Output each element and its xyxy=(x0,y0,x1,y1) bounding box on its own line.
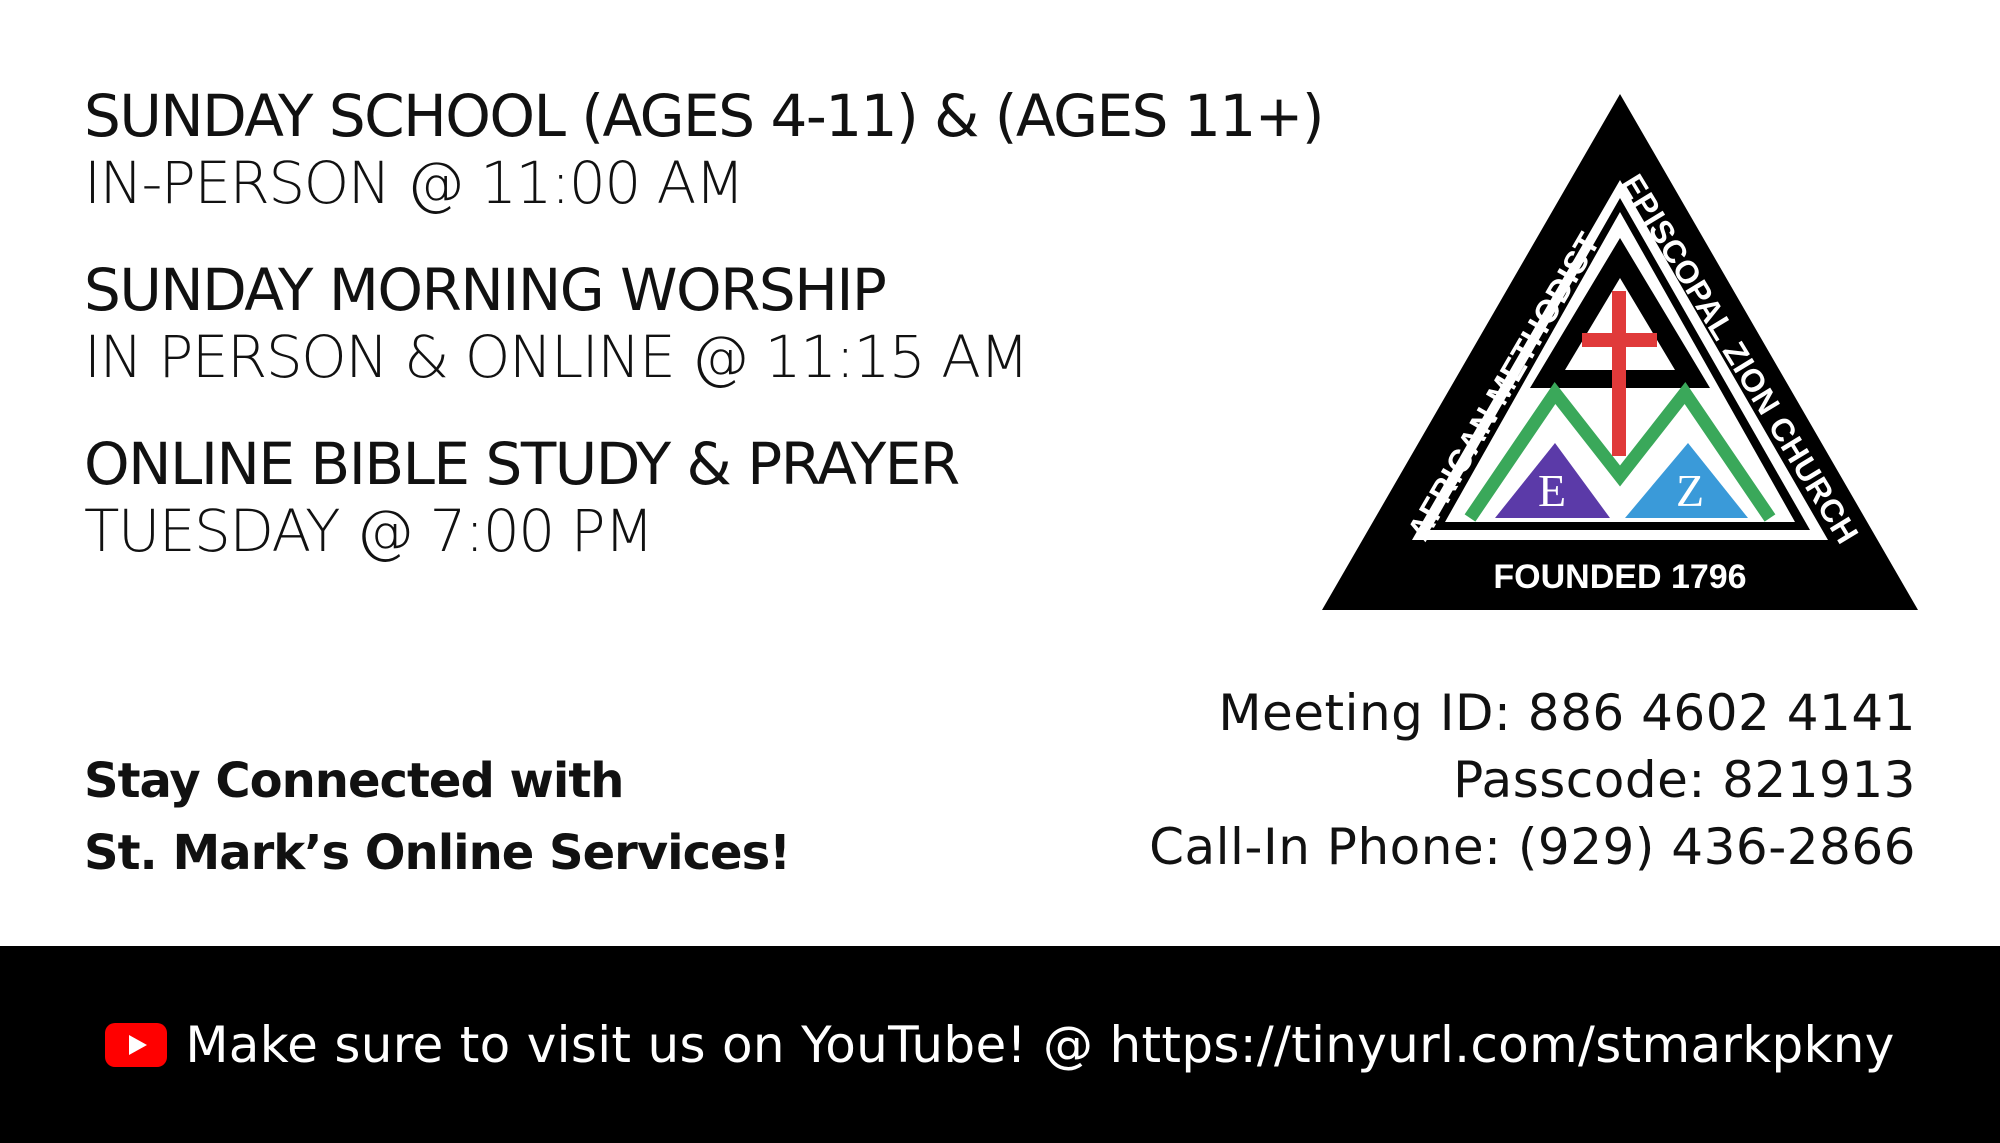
stay-connected-line-1: Stay Connected with xyxy=(84,753,624,809)
schedule-item-sunday-school: SUNDAY SCHOOL (AGES 4-11) & (AGES 11+) I… xyxy=(84,82,1414,216)
meeting-id: Meeting ID: 886 4602 4141 xyxy=(1218,684,1916,742)
logo-cross-vertical xyxy=(1612,291,1626,456)
logo-founded-text: FOUNDED 1796 xyxy=(1493,558,1746,596)
schedule-item-bible-study: ONLINE BIBLE STUDY & PRAYER TUESDAY @ 7:… xyxy=(84,430,1414,564)
meeting-passcode: Passcode: 821913 xyxy=(1453,751,1916,809)
schedule-detail: TUESDAY @ 7:00 PM xyxy=(84,497,654,565)
meeting-phone: Call-In Phone: (929) 436-2866 xyxy=(1149,818,1916,876)
logo-letter-z: Z xyxy=(1676,465,1704,516)
logo-cross-horizontal xyxy=(1582,333,1657,347)
schedule-title: ONLINE BIBLE STUDY & PRAYER xyxy=(84,430,960,498)
schedule-item-worship: SUNDAY MORNING WORSHIP IN PERSON & ONLIN… xyxy=(84,256,1414,390)
schedule-detail: IN PERSON & ONLINE @ 11:15 AM xyxy=(84,323,1029,391)
schedule-title: SUNDAY MORNING WORSHIP xyxy=(84,256,887,324)
youtube-footer-banner: Make sure to visit us on YouTube! @ http… xyxy=(0,946,2000,1143)
meeting-info: Meeting ID: 886 4602 4141 Passcode: 8219… xyxy=(1149,680,1916,881)
schedule-detail: IN-PERSON @ 11:00 AM xyxy=(84,149,745,217)
schedule-title: SUNDAY SCHOOL (AGES 4-11) & (AGES 11+) xyxy=(84,82,1324,150)
ame-zion-logo: A M E Z AFRICAN METHODIST EPISCOPAL ZION… xyxy=(1322,94,1918,610)
youtube-link-text[interactable]: Make sure to visit us on YouTube! @ http… xyxy=(185,1016,1894,1074)
logo-letter-e: E xyxy=(1538,465,1566,516)
schedule-list: SUNDAY SCHOOL (AGES 4-11) & (AGES 11+) I… xyxy=(84,82,1414,604)
stay-connected-line-2: St. Mark’s Online Services! xyxy=(84,825,791,881)
stay-connected-message: Stay Connected with St. Mark’s Online Se… xyxy=(84,745,791,889)
youtube-icon[interactable] xyxy=(105,1022,168,1067)
